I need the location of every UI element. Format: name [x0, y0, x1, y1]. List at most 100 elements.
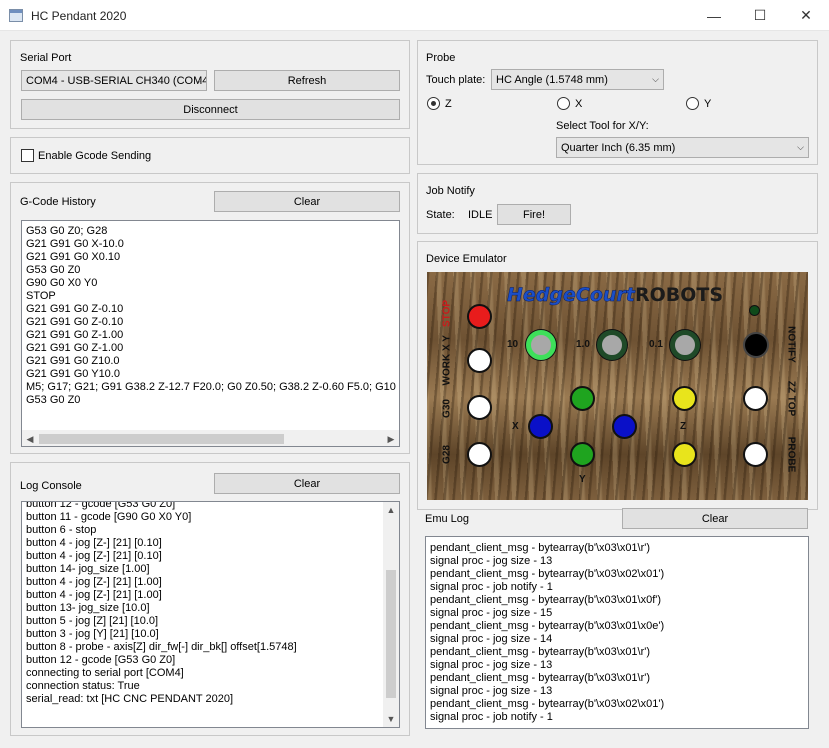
step-01-button[interactable] — [670, 330, 700, 360]
job-notify-title: Job Notify — [426, 185, 475, 197]
log-line: button 8 - probe - axis[Z] dir_fw[-] dir… — [26, 641, 297, 653]
emu-log-textbox[interactable]: pendant_client_msg - bytearray(b'\x03\x0… — [425, 536, 809, 729]
brand-hedgecourt: HedgeCourt — [507, 284, 635, 307]
jog-x-minus-button[interactable] — [528, 414, 553, 439]
gcode-line: G21 G91 G0 X0.10 — [26, 251, 121, 263]
axis-y-label: Y — [579, 474, 586, 485]
axis-x-label: X — [512, 421, 519, 432]
axis-z-label: Z — [680, 421, 687, 432]
emu-log-line: pendant_client_msg - bytearray(b'\x03\x0… — [430, 542, 651, 554]
log-line: connecting to serial port [COM4] — [26, 667, 184, 679]
log-console-clear-button[interactable]: Clear — [214, 473, 400, 494]
g28-button[interactable] — [467, 442, 492, 467]
jog-y-plus-button[interactable] — [570, 386, 595, 411]
title-bar: HC Pendant 2020 — ☐ ✕ — [0, 0, 829, 31]
job-notify-panel: Job Notify State: IDLE Fire! — [417, 173, 818, 234]
emu-log-line: signal proc - jog size - 15 — [430, 607, 553, 619]
jog-z-minus-button[interactable] — [672, 442, 697, 467]
emu-log-clear-button[interactable]: Clear — [622, 508, 808, 529]
jog-z-plus-button[interactable] — [672, 386, 697, 411]
zz-top-button[interactable] — [743, 386, 768, 411]
probe-axis-y-radio[interactable] — [686, 97, 699, 110]
tool-select[interactable]: Quarter Inch (6.35 mm) ⌵ — [556, 137, 809, 158]
probe-axis-z-label: Z — [445, 98, 452, 110]
scroll-down-icon[interactable]: ▼ — [383, 711, 399, 727]
close-button[interactable]: ✕ — [783, 0, 829, 31]
step-01-label: 0.1 — [649, 339, 663, 350]
log-console-lines: button 12 - gcode [G53 G0 Z0] button 11 -… — [26, 501, 297, 706]
emu-log-line: signal proc - job notify - 1 — [430, 581, 553, 593]
stop-button[interactable] — [467, 304, 492, 329]
window-title: HC Pendant 2020 — [31, 9, 127, 23]
gcode-history-clear-button[interactable]: Clear — [214, 191, 400, 212]
probe-axis-y-label: Y — [704, 98, 712, 110]
gcode-sending-panel: Enable Gcode Sending — [10, 137, 410, 174]
probe-button[interactable] — [743, 442, 768, 467]
refresh-button[interactable]: Refresh — [214, 70, 400, 91]
fire-button[interactable]: Fire! — [497, 204, 571, 225]
log-line: button 11 - gcode [G90 G0 X0 Y0] — [26, 511, 192, 523]
touch-plate-select[interactable]: HC Angle (1.5748 mm) ⌵ — [491, 69, 664, 90]
gcode-line: G21 G91 G0 Z-0.10 — [26, 316, 124, 328]
gcode-line: G53 G0 Z0; G28 — [26, 225, 108, 237]
scroll-thumb[interactable] — [386, 570, 396, 698]
g30-label: G30 — [441, 399, 453, 418]
pendant-emulator: HedgeCourt ROBOTS STOP WORK X Y G30 G28 … — [427, 272, 808, 500]
probe-axis-x-radio[interactable] — [557, 97, 570, 110]
jog-x-plus-button[interactable] — [612, 414, 637, 439]
stop-label: STOP — [441, 299, 453, 328]
select-tool-label: Select Tool for X/Y: — [556, 120, 649, 132]
maximize-button[interactable]: ☐ — [737, 0, 783, 31]
log-line: button 12 - gcode [G53 G0 Z0] — [26, 501, 176, 510]
tool-value: Quarter Inch (6.35 mm) — [561, 141, 676, 154]
touch-plate-value: HC Angle (1.5748 mm) — [496, 73, 608, 86]
job-state-label: State: — [426, 209, 455, 221]
minimize-icon: — — [707, 7, 721, 24]
log-line: button 6 - stop — [26, 524, 97, 536]
gcode-history-textbox[interactable]: G53 G0 Z0; G28 G21 G91 G0 X-10.0 G21 G91 G… — [21, 220, 400, 447]
gcode-line: M5; G17; G21; G91 G38.2 Z-12.7 F20.0; G0… — [26, 381, 400, 393]
emu-log-line: pendant_client_msg - bytearray(b'\x03\x0… — [430, 698, 665, 710]
log-line: connection status: True — [26, 680, 140, 692]
gcode-line: G90 G0 X0 Y0 — [26, 277, 98, 289]
scroll-left-icon[interactable]: ◀ — [22, 431, 38, 446]
emu-log-lines: pendant_client_msg - bytearray(b'\x03\x0… — [430, 542, 664, 724]
log-line: button 4 - jog [Z-] [21] [0.10] — [26, 537, 162, 549]
step-1-button[interactable] — [597, 330, 627, 360]
serial-port-select[interactable]: COM4 - USB-SERIAL CH340 (COM4) ⌵ — [21, 70, 207, 91]
enable-gcode-checkbox[interactable] — [21, 149, 34, 162]
gcode-line: G53 G0 Z0 — [26, 264, 81, 276]
emu-log-line: pendant_client_msg - bytearray(b'\x03\x0… — [430, 646, 651, 658]
probe-axis-z-radio[interactable] — [427, 97, 440, 110]
gcode-history-lines: G53 G0 Z0; G28 G21 G91 G0 X-10.0 G21 G91 G… — [26, 225, 400, 407]
scroll-thumb[interactable] — [39, 434, 284, 444]
emu-log-title: Emu Log — [425, 513, 470, 525]
g30-button[interactable] — [467, 395, 492, 420]
probe-title: Probe — [426, 52, 456, 64]
gcode-history-panel: G-Code History Clear G53 G0 Z0; G28 G21 G… — [10, 182, 410, 454]
disconnect-button[interactable]: Disconnect — [21, 99, 400, 120]
gcode-line: G21 G91 G0 Z10.0 — [26, 355, 120, 367]
scroll-up-icon[interactable]: ▲ — [383, 502, 399, 518]
log-console-panel: Log Console Clear button 12 - gcode [G53… — [10, 462, 410, 736]
jog-y-minus-button[interactable] — [570, 442, 595, 467]
notify-button[interactable] — [743, 332, 769, 358]
emu-log-line: signal proc - jog size - 14 — [430, 633, 553, 645]
work-xy-button[interactable] — [467, 348, 492, 373]
emu-log-line: signal proc - jog size - 13 — [430, 555, 553, 567]
gcode-history-hscrollbar[interactable]: ◀ ▶ — [22, 430, 399, 446]
maximize-icon: ☐ — [753, 7, 767, 23]
emu-log-line: pendant_client_msg - bytearray(b'\x03\x0… — [430, 568, 665, 580]
emu-log-line: signal proc - jog size - 13 — [430, 685, 553, 697]
log-line: button 13- jog_size [10.0] — [26, 602, 150, 614]
minimize-button[interactable]: — — [691, 0, 737, 31]
emu-log-line: pendant_client_msg - bytearray(b'\x03\x0… — [430, 672, 651, 684]
step-10-button[interactable] — [526, 330, 556, 360]
scroll-right-icon[interactable]: ▶ — [383, 431, 399, 446]
zz-top-label: ZZ TOP — [785, 380, 797, 417]
probe-label: PROBE — [785, 436, 797, 473]
notify-label: NOTIFY — [785, 326, 797, 363]
log-console-textbox[interactable]: button 12 - gcode [G53 G0 Z0] button 11 -… — [21, 501, 400, 728]
gcode-line: G21 G91 G0 Z-0.10 — [26, 303, 124, 315]
log-console-vscrollbar[interactable]: ▲ ▼ — [383, 502, 399, 727]
